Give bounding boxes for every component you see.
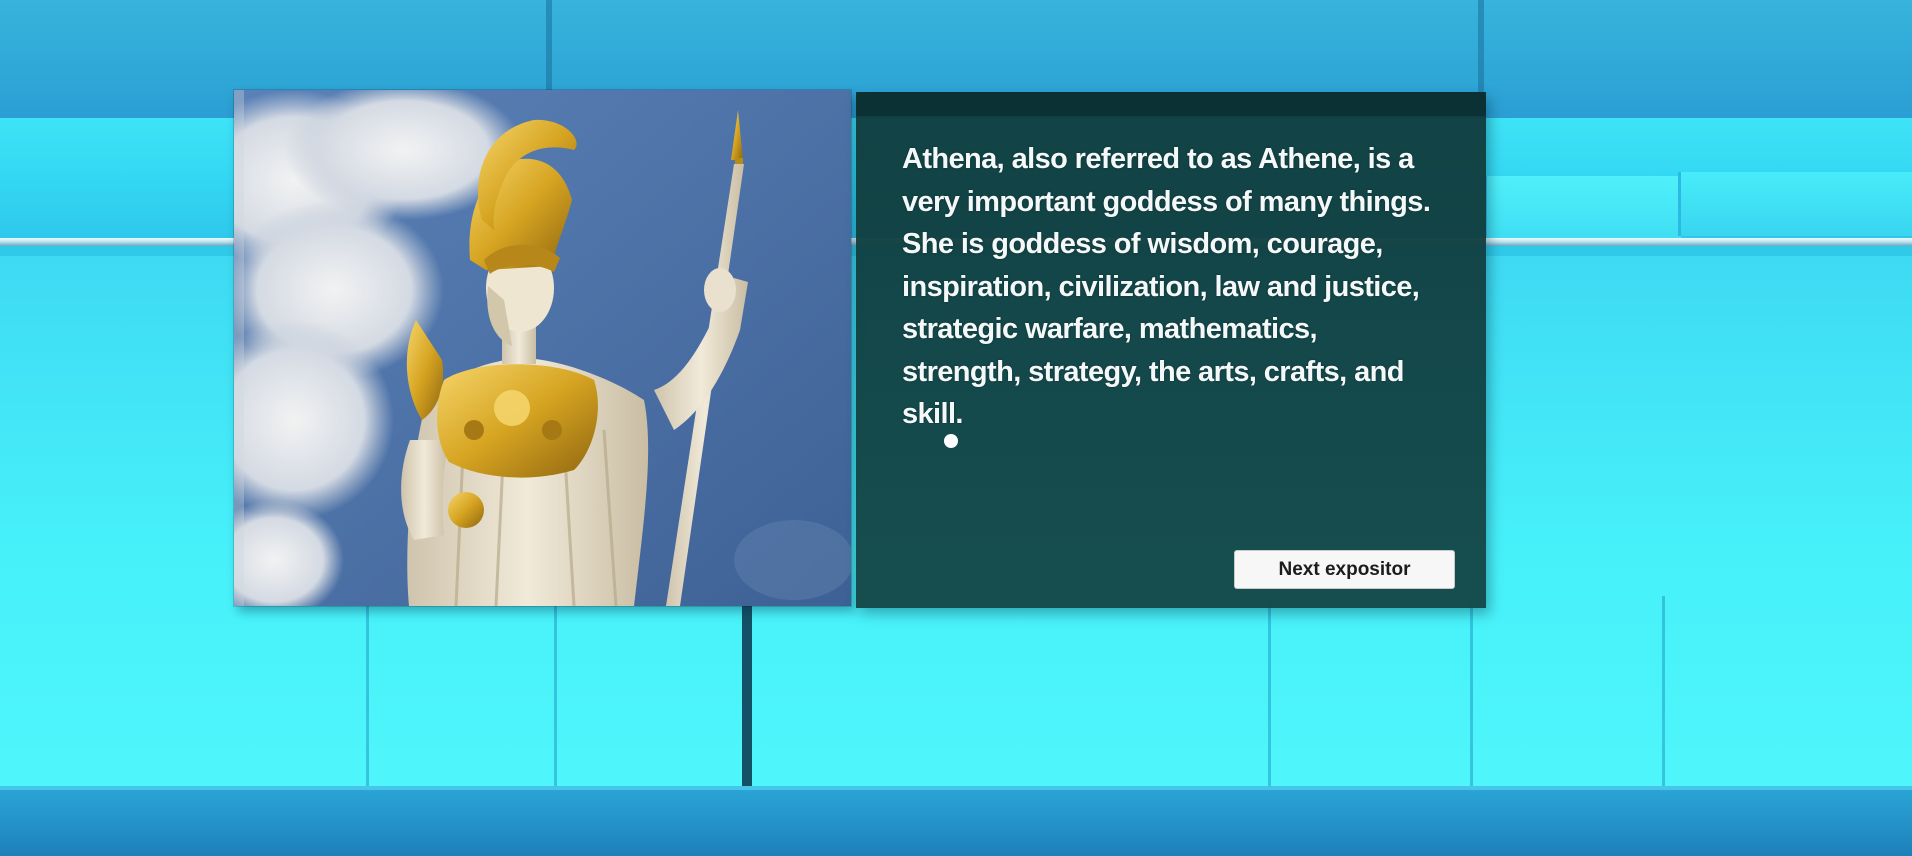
pointer-cursor-icon [944, 434, 958, 448]
exhibit-image [234, 90, 851, 606]
wall-step-block [1484, 176, 1681, 238]
exhibit-description: Athena, also referred to as Athene, is a… [902, 143, 1431, 430]
next-expositor-button[interactable]: Next expositor [1234, 550, 1455, 589]
wall-step-block [1678, 172, 1912, 236]
athena-statue-image [234, 90, 851, 606]
wall-bottom-band [0, 790, 1912, 856]
description-panel: Athena, also referred to as Athene, is a… [856, 92, 1486, 608]
